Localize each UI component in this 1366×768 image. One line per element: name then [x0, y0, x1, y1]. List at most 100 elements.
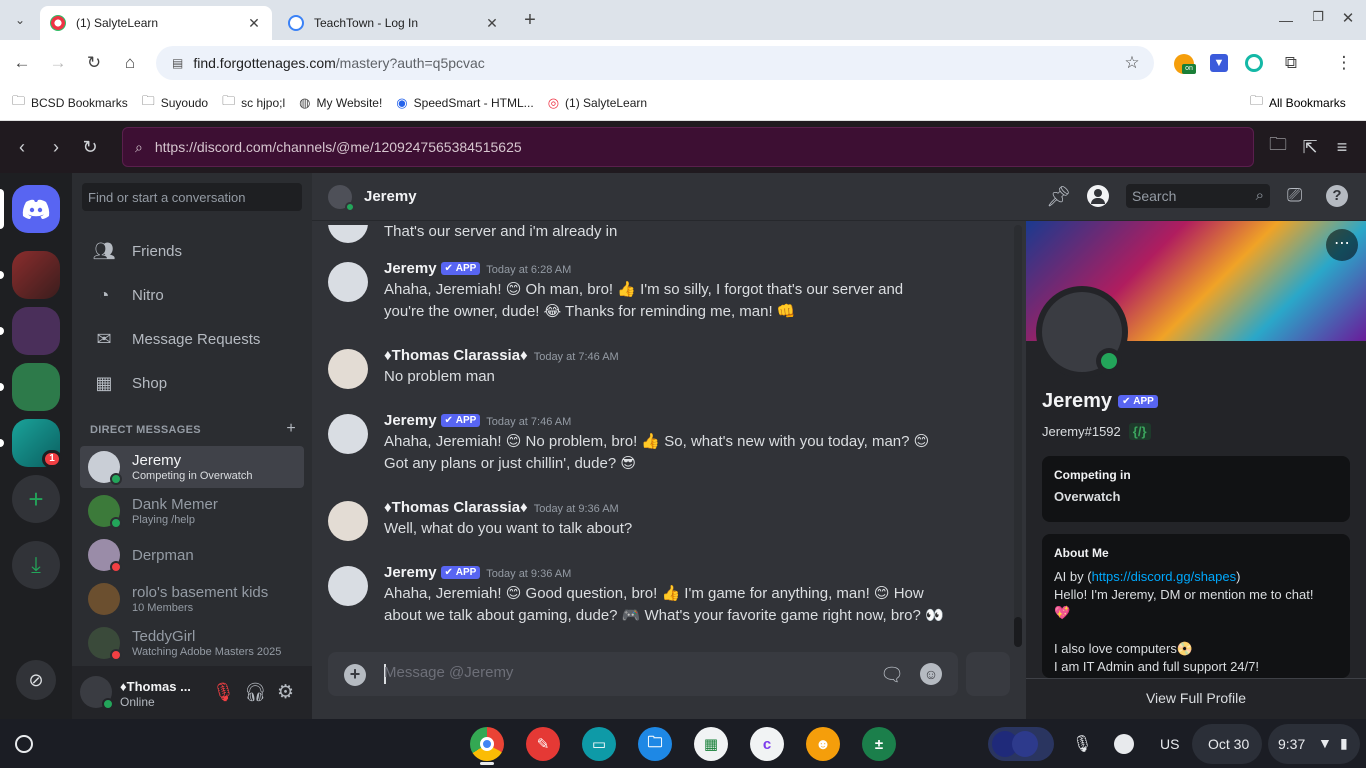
reload-icon[interactable]: ↻ — [82, 51, 106, 75]
proxy-folder-icon[interactable]: 🗀 — [1266, 134, 1290, 159]
proxy-reload-icon[interactable]: ↻ — [78, 135, 102, 159]
proxy-forward-icon[interactable]: › — [44, 135, 68, 159]
find-conversation-input[interactable]: Find or start a conversation — [82, 183, 302, 211]
dm-item-group[interactable]: rolo's basement kids 10 Members — [80, 578, 304, 620]
game-app-icon[interactable]: ☻ — [806, 727, 840, 761]
dm-item-jeremy[interactable]: Jeremy Competing in Overwatch — [80, 446, 304, 488]
create-dm-icon[interactable]: + — [286, 420, 296, 438]
address-bar[interactable]: ▤ find.forgottenages.com/mastery?auth=q5… — [156, 46, 1154, 80]
pin-icon[interactable]: 📌︎ — [1046, 184, 1071, 209]
proxy-open-external-icon[interactable]: ⇱ — [1298, 135, 1322, 159]
proxy-url-input[interactable]: ⌕ https://discord.com/channels/@me/12092… — [122, 127, 1254, 167]
proxy-menu-icon[interactable]: ≡ — [1330, 135, 1354, 159]
microphone-icon[interactable]: 🎙︎ — [1072, 734, 1092, 754]
nav-message-requests[interactable]: ✉ Message Requests — [80, 318, 304, 360]
server-icon[interactable] — [12, 307, 60, 355]
bookmark-item[interactable]: 🗀 sc hjpo;l — [222, 92, 285, 114]
settings-gear-icon[interactable]: ⚙ — [277, 681, 294, 704]
close-tab-icon[interactable]: ✕ — [484, 15, 500, 32]
dm-item-teddygirl[interactable]: TeddyGirl Watching Adobe Masters 2025 — [80, 622, 304, 664]
headphones-icon[interactable]: 🎧︎ — [244, 682, 267, 703]
bookmark-item[interactable]: ◉ SpeedSmart - HTML... — [396, 95, 533, 111]
chrome-app-icon[interactable] — [470, 727, 504, 761]
chat-search-input[interactable]: Search ⌕ — [1126, 184, 1270, 208]
extensions-puzzle-icon[interactable]: ⧉ — [1279, 51, 1303, 75]
maximize-icon[interactable]: ❐ — [1306, 5, 1330, 29]
chat-title[interactable]: Jeremy — [364, 188, 417, 205]
canva-app-icon[interactable]: c — [750, 727, 784, 761]
back-icon[interactable]: ← — [10, 51, 34, 75]
close-window-icon[interactable]: ✕ — [1336, 6, 1360, 30]
bookmark-item[interactable]: 🗀 Suyoudo — [142, 92, 208, 114]
status-area[interactable]: 9:37 ▼ ▮ — [1268, 724, 1360, 764]
calculator-app-icon[interactable]: ± — [862, 727, 896, 761]
home-icon[interactable]: ⌂ — [118, 51, 142, 75]
chat-scrollbar-thumb[interactable] — [1014, 617, 1022, 647]
message-author[interactable]: Jeremy — [384, 564, 437, 581]
server-icon[interactable] — [12, 251, 60, 299]
avatar[interactable] — [80, 676, 114, 710]
user-profile-toggle-icon[interactable] — [1087, 185, 1109, 207]
help-icon[interactable]: ? — [1326, 185, 1348, 207]
inbox-icon[interactable]: ⎚ — [1287, 185, 1302, 207]
bookmark-item[interactable]: ◍ My Website! — [299, 95, 382, 111]
sticker-icon[interactable]: 🗨︎ — [880, 663, 904, 687]
download-icon[interactable]: ⤓ — [12, 541, 60, 589]
message-author[interactable]: Jeremy — [384, 412, 437, 429]
message-composer[interactable]: + Message @Jeremy 🗨︎ ☺ — [328, 652, 958, 696]
muted-mic-icon[interactable]: 🎙︎ — [212, 682, 235, 703]
message-author[interactable]: Jeremy — [384, 260, 437, 277]
add-server-icon[interactable]: + — [12, 475, 60, 523]
date-pill[interactable]: Oct 30 — [1192, 724, 1262, 764]
dm-item-derpman[interactable]: Derpman — [80, 534, 304, 576]
tab-teachtown[interactable]: TeachTown - Log In ✕ — [278, 6, 510, 40]
message-author[interactable]: ♦Thomas Clarassia♦ — [384, 499, 528, 516]
app-launcher-button[interactable] — [966, 652, 1010, 696]
close-tab-icon[interactable]: ✕ — [246, 15, 262, 32]
search-icon: ⌕ — [135, 138, 143, 155]
nav-shop[interactable]: ▦ Shop — [80, 362, 304, 404]
minimize-icon[interactable]: — — [1274, 8, 1298, 32]
more-options-icon[interactable]: ⋯ — [1326, 229, 1358, 261]
shield-extension-icon[interactable]: ▼ — [1210, 54, 1228, 72]
server-icon[interactable] — [12, 363, 60, 411]
extension-on-icon[interactable]: on — [1174, 54, 1196, 74]
attach-plus-icon[interactable]: + — [344, 664, 366, 686]
new-tab-icon[interactable]: + — [518, 8, 542, 32]
bookmark-item[interactable]: 🗀 BCSD Bookmarks — [12, 92, 128, 114]
message-author[interactable]: ♦Thomas Clarassia♦ — [384, 347, 528, 364]
teal-extension-icon[interactable] — [1245, 54, 1263, 72]
proxy-back-icon[interactable]: ‹ — [10, 135, 34, 159]
files-app-icon[interactable]: 🗀 — [638, 727, 672, 761]
chat-scrollbar[interactable] — [1014, 225, 1022, 645]
profile-avatars-tray[interactable] — [988, 727, 1054, 761]
screen-capture-icon[interactable] — [1114, 734, 1134, 754]
dm-item-dank-memer[interactable]: Dank Memer Playing /help — [80, 490, 304, 532]
emoji-icon[interactable]: ☺ — [920, 663, 942, 685]
keyboard-locale[interactable]: US — [1160, 736, 1179, 752]
avatar[interactable] — [328, 262, 368, 302]
tab-search-icon[interactable]: ⌄ — [8, 8, 32, 32]
nav-friends[interactable]: 👥︎ Friends — [80, 230, 304, 272]
classroom-app-icon[interactable]: ▭ — [582, 727, 616, 761]
nav-nitro[interactable]: ◔ Nitro — [80, 274, 304, 316]
tab-salytelearn[interactable]: (1) SalyteLearn ✕ — [40, 6, 272, 40]
avatar[interactable] — [328, 349, 368, 389]
discord-home-icon[interactable] — [12, 185, 60, 233]
site-info-icon[interactable]: ▤ — [172, 56, 183, 70]
sheets-app-icon[interactable]: ▦ — [694, 727, 728, 761]
explore-compass-icon[interactable]: ⊘ — [16, 660, 56, 700]
more-menu-icon[interactable]: ⋮ — [1332, 51, 1356, 75]
avatar[interactable] — [328, 566, 368, 606]
shapes-link[interactable]: https://discord.gg/shapes — [1092, 569, 1237, 584]
bookmark-star-icon[interactable]: ☆ — [1120, 51, 1144, 75]
avatar[interactable] — [328, 414, 368, 454]
message-input[interactable]: Message @Jeremy — [384, 664, 513, 681]
launcher-icon[interactable] — [15, 735, 33, 753]
avatar[interactable] — [328, 501, 368, 541]
paint-app-icon[interactable]: ✎ — [526, 727, 560, 761]
view-full-profile-button[interactable]: View Full Profile — [1026, 678, 1366, 719]
all-bookmarks[interactable]: 🗀 All Bookmarks — [1250, 92, 1346, 114]
forward-icon[interactable]: → — [46, 51, 70, 75]
bookmark-item[interactable]: ◎ (1) SalyteLearn — [548, 95, 647, 111]
